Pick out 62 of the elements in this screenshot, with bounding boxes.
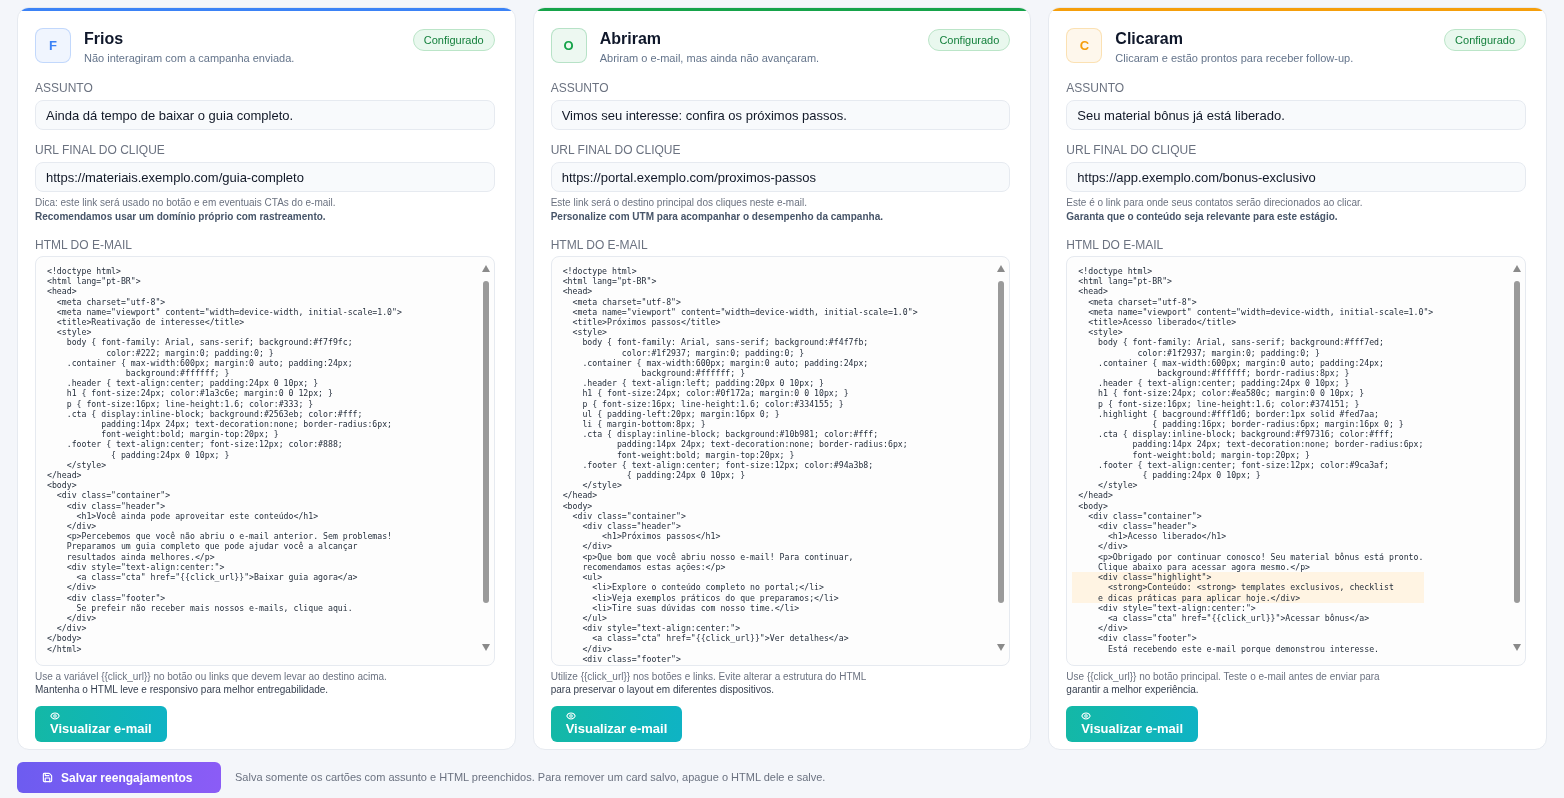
card-title: Frios: [84, 30, 125, 48]
field-label: URL FINAL DO CLIQUE: [35, 142, 166, 158]
editor-hint-note: garantir a melhor experiência.: [1066, 683, 1200, 696]
url-hint-note: Personalize com UTM para acompanhar o desempenho da campanha.: [550, 210, 884, 224]
card-subtitle: Clicaram e estão prontos para receber follow-up.: [1115, 51, 1355, 65]
scroll-up-icon[interactable]: [1513, 265, 1521, 272]
url-input[interactable]: https://portal.exemplo.com/proximos-passos: [550, 162, 1011, 192]
editor-hint: Use {{click_url}} no botão principal. Teste o e-mail antes de enviar para: [1066, 670, 1381, 683]
url-hint-note: Recomendamos usar um domínio próprio com rastreamento.: [35, 210, 327, 224]
scrollbar-thumb[interactable]: [482, 281, 489, 603]
field-label: ASSUNTO: [1066, 80, 1126, 96]
field-label: URL FINAL DO CLIQUE: [1066, 142, 1198, 158]
card-subtitle: Abriram o e-mail, mas ainda não avançaram.: [599, 51, 821, 65]
card-title: Clicaram: [1115, 30, 1184, 48]
field-label: HTML DO E-MAIL: [35, 237, 133, 253]
scroll-up-icon[interactable]: [997, 265, 1006, 272]
field-label: HTML DO E-MAIL: [550, 237, 649, 253]
avatar-initial: C: [1066, 28, 1103, 63]
footer-note: Salva somente os cartões com assunto e HTML preenchidos. Para remover um card salvo, apague o HTML dele e salve.: [235, 770, 826, 786]
avatar-initial: F: [35, 28, 71, 63]
html-editor[interactable]: [1066, 256, 1526, 666]
subject-input[interactable]: Seu material bônus já está liberado.: [1066, 100, 1526, 130]
html-editor[interactable]: [550, 256, 1011, 666]
url-hint: Dica: este link será usado no botão e em eventuais CTAs do e-mail.: [35, 196, 337, 210]
save-button[interactable]: Salvar reengajamentos: [17, 762, 221, 793]
scrollbar-thumb[interactable]: [1514, 281, 1520, 603]
status-badge: Configurado: [412, 29, 495, 51]
url-input[interactable]: https://materiais.exemplo.com/guia-completo: [35, 162, 495, 192]
card-subtitle: Não interagiram com a campanha enviada.: [84, 51, 296, 65]
avatar-initial: O: [550, 28, 587, 63]
scrollbar-thumb[interactable]: [998, 281, 1005, 603]
field-label: HTML DO E-MAIL: [1066, 237, 1165, 253]
html-editor[interactable]: [35, 256, 495, 666]
save-icon: [42, 772, 53, 783]
field-label: ASSUNTO: [35, 80, 94, 96]
code-text: <!doctype html> <html lang="pt-BR"> <head> <meta charset="utf-8"> <meta name="viewport" content="width=device-width, initial-scale=1.0"> <title>Reativação de interesse</title> <style> body { font-family: Arial, sans-serif; background:#f7f9fc; color:#222; margin:0; padding:0; } .container { max-width:600px; margin:0 auto; padding:24px; background:#ffffff; } .header { text-align:center; padding:24px 0 10px; } h1 { font-size:24px; color:#1a3c6e; margin:0 0 12px; } p { font-size:16px; line-height:1.6; color:#333; } .cta { display:inline-block; background:#2563eb; color:#fff; padding:14px 24px; text-decoration:none; border-radius:6px; font-weight:bold; margin-top:20px; } .footer { text-align:center; font-size:12px; color:#888; { padding:24px 0 10px; } </style> </head> <body> <div class="container"> <div class="header"> <h1>Você ainda pode aproveitar este conteúdo</h1> </div> <p>Percebemos que você não abriu o e-mail anterior. Sem problemas! Preparamos um guia completo que pode ajudar você a alcançar resultados ainda melhores.</p> <div style="text-align:center:"> <a class="cta" href="{{click_url}}">Baixar guia agora</a> </div> <div class="footer"> Se prefeir não receber mais nossos e-mails, clique aqui. </div> </div> </body> </html>: [47, 266, 402, 654]
scroll-down-icon[interactable]: [997, 644, 1006, 651]
editor-hint: Utilize {{click_url}} nos botões e links. Evite alterar a estrutura do HTML: [550, 670, 868, 683]
url-hint: Este é o link para onde seus contatos serão direcionados ao clicar.: [1066, 196, 1364, 210]
url-hint-note: Garanta que o conteúdo seja relevante para este estágio.: [1066, 210, 1339, 224]
subject-input[interactable]: Vimos seu interesse: confira os próximos passos.: [550, 100, 1011, 130]
eye-icon: [565, 711, 576, 721]
highlighted-code: <div class="highlight"> <strong>Conteúdo: <strong> templates exclusivos, checklist e dicas práticas para aplicar hoje.</div>: [1072, 572, 1424, 603]
field-label: ASSUNTO: [550, 80, 610, 96]
status-badge: Configurado: [1444, 29, 1526, 51]
scroll-up-icon[interactable]: [481, 265, 490, 272]
card-title: Abriram: [599, 30, 663, 48]
status-badge: Configurado: [928, 29, 1011, 51]
url-input[interactable]: https://app.exemplo.com/bonus-exclusivo: [1066, 162, 1526, 192]
field-label: URL FINAL DO CLIQUE: [550, 142, 682, 158]
editor-hint-note: Mantenha o HTML leve e responsivo para melhor entregabilidade.: [35, 683, 330, 696]
eye-icon: [1081, 711, 1092, 721]
code-text: <!doctype html> <html lang="pt-BR"> <head> <meta charset="utf-8"> <meta name="viewport" content="width=device-width, initial-scale=1.0"> <title>Próximos passos</title> <style> body { font-family: Arial, sans-serif; background:#f4f7fb; color:#1f2937; margin:0; padding:0; } .container { max-width:600px; margin:0 auto; padding:24px; background:#ffffff; } .header { text-align:left; padding:20px 0 10px; } h1 { font-size:24px; color:#0f172a; margin:0 0 10px; } p { font-size:16px; line-height:1.6; color:#334155; } ul { padding-left:20px; margin:16px 0; } li { margin-bottom:8px; } .cta { display:inline-block; background:#10b981; color:#fff; padding:14px 24px; text-decoration:none; border-radius:6px; font-weight:bold; margin-top:20px; } .footer { text-align:center; font-size:12px; color:#94a3b8; { padding:24px 0 10px; } </style> </head> <body> <div class="container"> <div class="header"> <h1>Próximos passos</h1> </div> <p>Que bom que você abriu nosso e-mail! Para continuar, recomendamos estas ações:</p> <ul> <li>Explore o conteúdo completo no portal;</li> <li>Veja exemplos práticos do que preparamos;</li> <li>Tire suas dúvidas com nosso time.</li> </ul> <div style="text-align:center:"> <a class="cta" href="{{click_url}}">Ver detalhes</a> </div> <div class="footer">: [562, 266, 918, 664]
code-text: <div style="text-align:center:"> <a class="cta" href="{{click_url}}">Acessar bônus</a> </div> <div class="footer"> Está recebendo este e-mail porque demonstrou interesse.: [1097, 602, 1380, 654]
eye-icon: [50, 711, 60, 721]
editor-hint: Use a variável {{click_url}} no botão ou links que devem levar ao destino acima.: [35, 670, 388, 683]
subject-input[interactable]: Ainda dá tempo de baixar o guia completo.: [35, 100, 495, 130]
scroll-down-icon[interactable]: [1513, 644, 1521, 651]
editor-hint-note: para preservar o layout em diferentes dispositivos.: [550, 683, 776, 696]
url-hint: Este link será o destino principal dos cliques neste e-mail.: [550, 196, 808, 210]
scroll-down-icon[interactable]: [481, 644, 490, 651]
code-text: <!doctype html> <html lang="pt-BR"> <head> <meta charset="utf-8"> <meta name="viewport" content="width=device-width, initial-scale=1.0"> <title>Acesso liberado</title> <style> body { font-family: Arial, sans-serif; background:#fff7ed; color:#1f2937; margin:0; padding:0; } .container { max-width:600px; margin:0 auto; padding:24px; background:#ffffff; bordr-radius:8px; } .header { text-align:center; padding:24px 0 10px; } h1 { font-size:24px; color:#ea580c; margin:0 0 10px; } p { font-size:16px; line-height:1.6; color:#374151; } .highlight { bacground:#fff1d6; border:1px solid #fed7aa; { padding:16px; border-radius:6px; margin:16px 0; } .cta { display:inline-block; background:#f97316; color:#fff; padding:14px 24px; text-decoration:none; border-radius:6px; font-weight:bold; margin-top:20px; } .footer { text-align:center; font-size:12px; color:#9ca3af; { padding:24px 0 10px; } </style> </head> <body> <div class="container"> <div class="header"> <h1>Acesso liberado</h1> </div> <p>Obrigado por continuar conosco! Seu material bônus está pronto. Clique abaixo para acessar agora mesmo.</p>: [1078, 266, 1434, 573]
